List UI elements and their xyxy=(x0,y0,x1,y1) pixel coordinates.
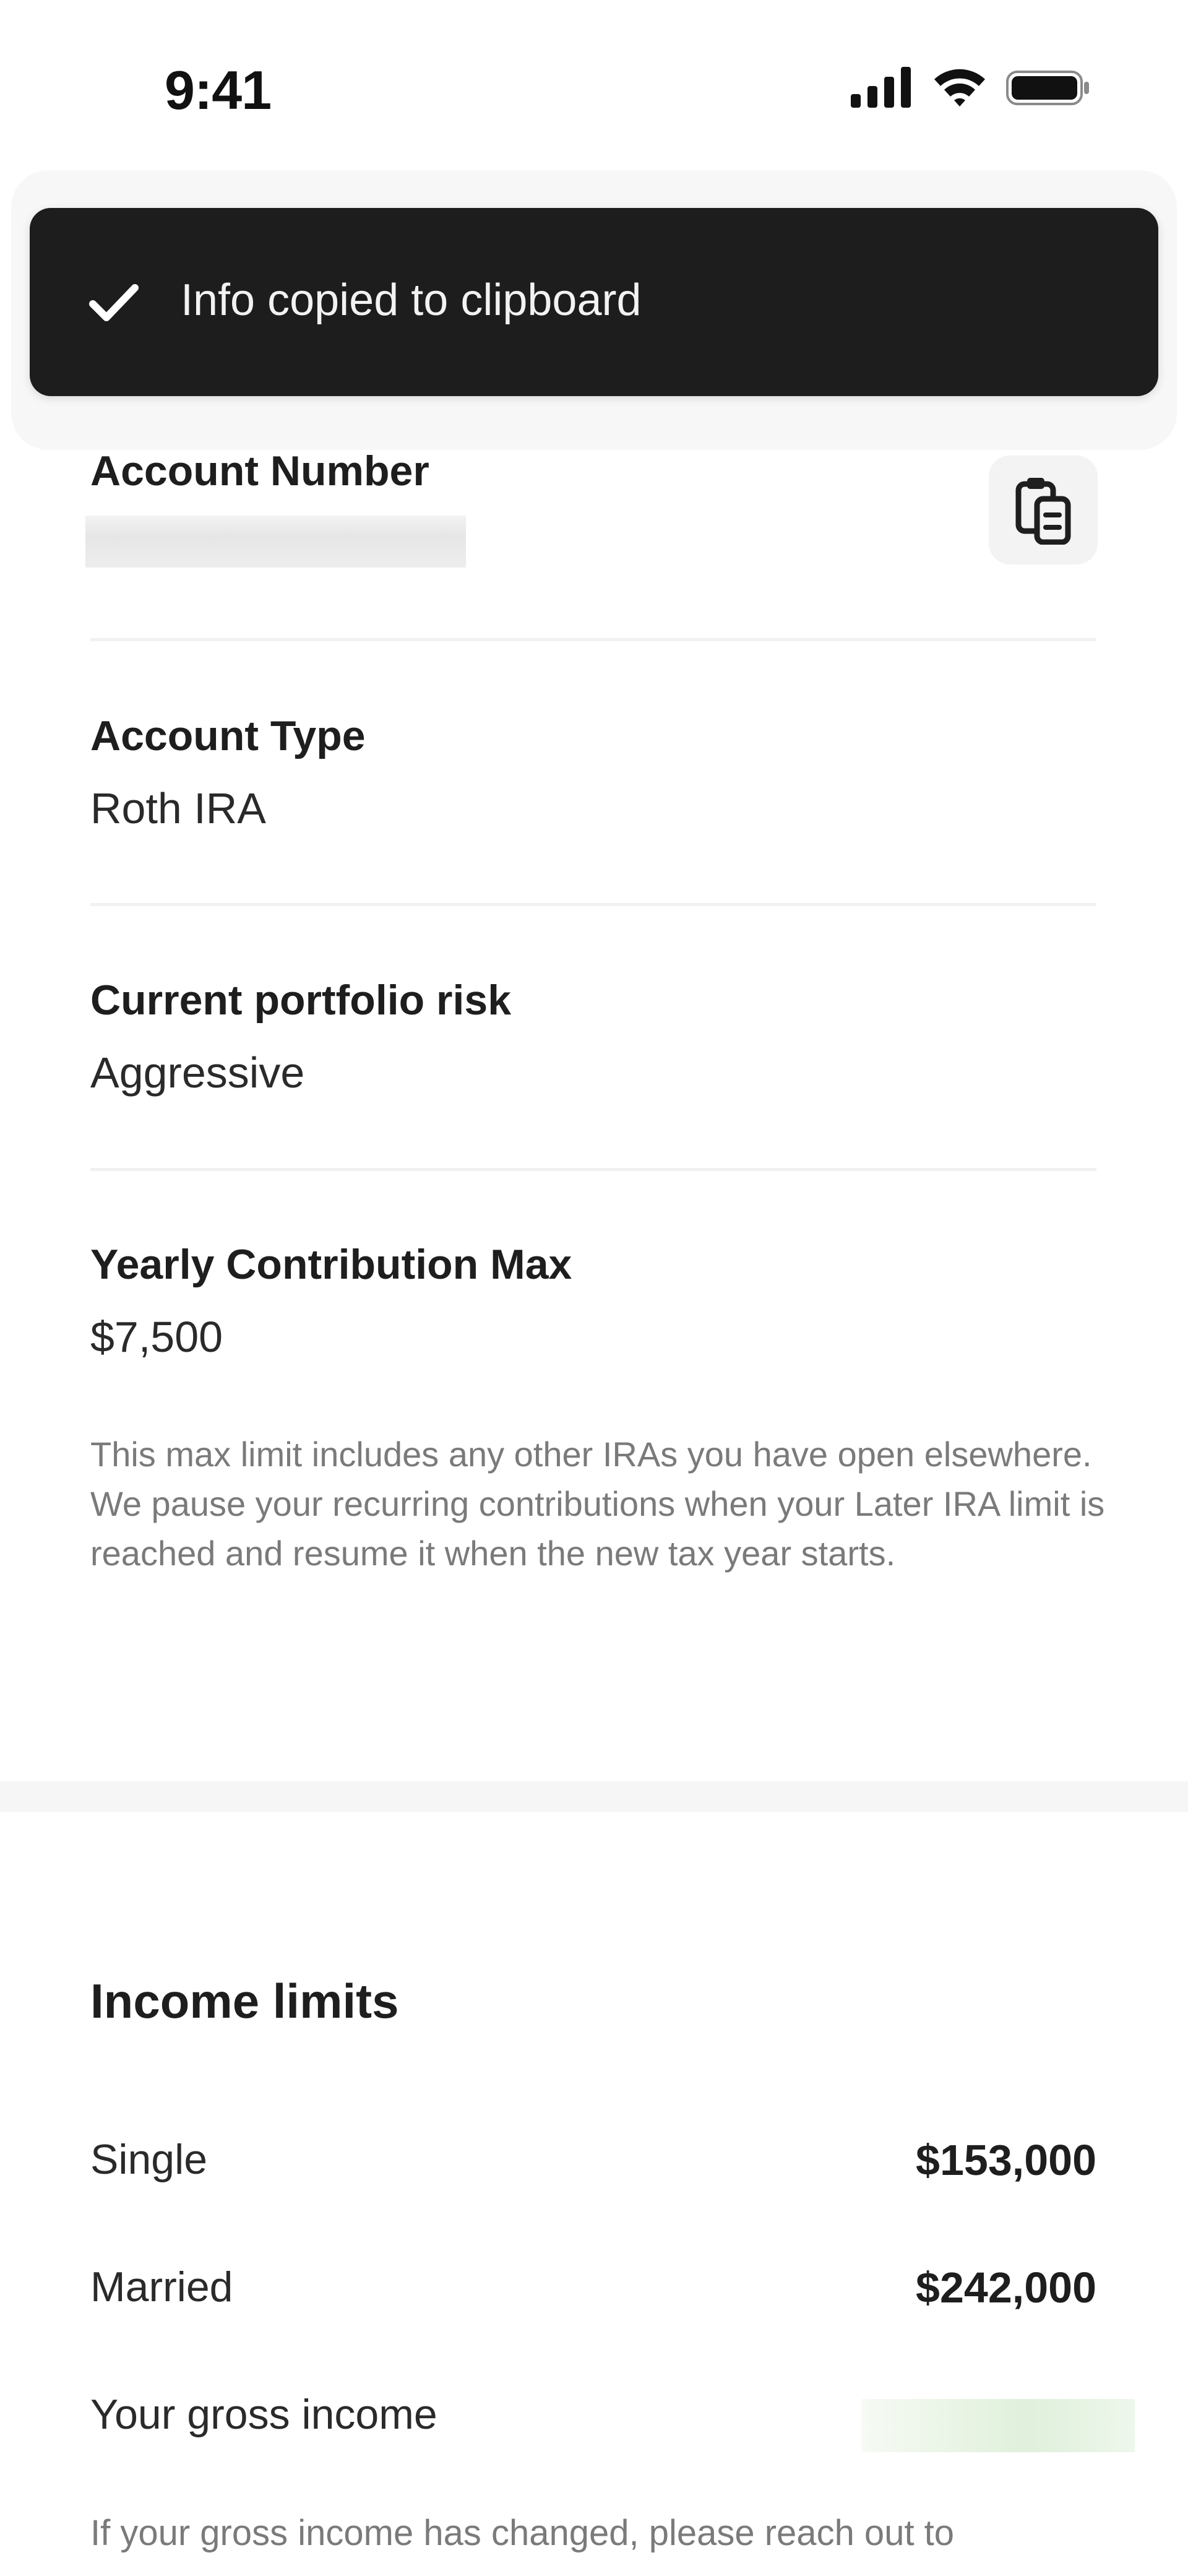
income-row-label: Married xyxy=(90,2263,233,2310)
divider xyxy=(90,903,1096,906)
copy-account-number-button[interactable] xyxy=(989,456,1098,564)
divider xyxy=(90,638,1096,641)
clipboard-copy-icon xyxy=(1015,478,1071,545)
income-row-label: Single xyxy=(90,2136,208,2183)
portfolio-risk-label: Current portfolio risk xyxy=(90,977,512,1024)
account-type-label: Account Type xyxy=(90,712,366,759)
account-number-redacted xyxy=(85,516,466,568)
account-number-label: Account Number xyxy=(90,447,429,495)
portfolio-risk-value: Aggressive xyxy=(90,1048,305,1097)
status-time: 9:41 xyxy=(165,59,272,121)
section-separator xyxy=(0,1781,1188,1812)
check-icon xyxy=(89,284,139,321)
contribution-max-value: $7,500 xyxy=(90,1313,223,1361)
income-row-value: $242,000 xyxy=(916,2263,1096,2312)
account-type-value: Roth IRA xyxy=(90,784,266,832)
income-limits-title: Income limits xyxy=(90,1974,399,2028)
signal-icon xyxy=(851,67,911,108)
gross-income-redacted xyxy=(861,2399,1135,2452)
toast-message: Info copied to clipboard xyxy=(181,275,642,325)
divider xyxy=(90,1168,1096,1171)
contribution-max-label: Yearly Contribution Max xyxy=(90,1241,572,1288)
gross-income-label: Your gross income xyxy=(90,2391,437,2438)
battery-icon xyxy=(1006,71,1089,105)
contribution-max-note: This max limit includes any other IRAs y… xyxy=(90,1435,1105,1573)
wifi-icon xyxy=(934,69,985,106)
gross-income-note: If your gross income has changed, please… xyxy=(90,2513,955,2553)
income-row-value: $153,000 xyxy=(916,2136,1096,2184)
